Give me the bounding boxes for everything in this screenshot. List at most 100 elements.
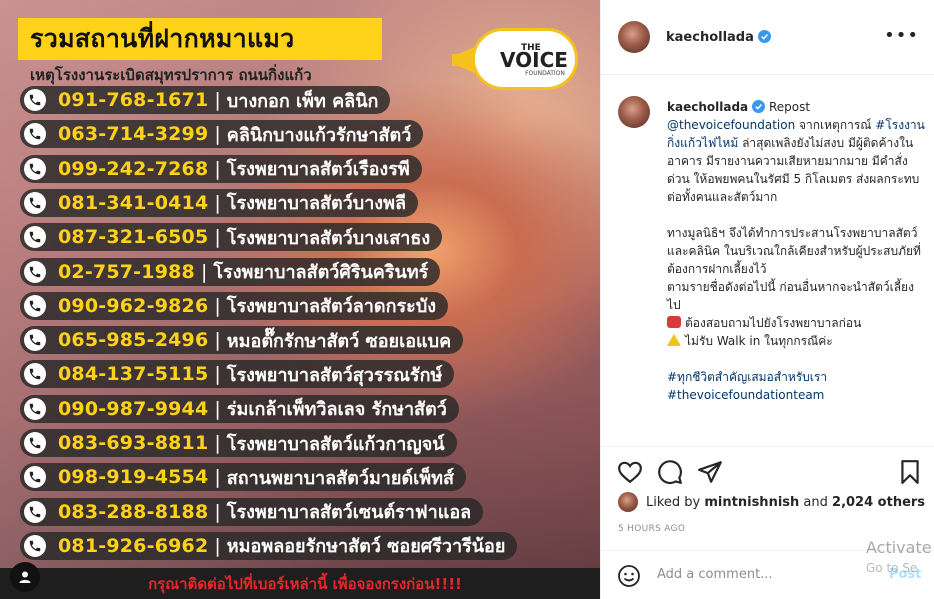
contact-separator: | <box>214 123 221 146</box>
phone-icon <box>24 89 46 111</box>
image-footer-text: กรุณาติดต่อไปที่เบอร์เหล่านี้ เพื่อจองกร… <box>148 574 462 593</box>
comments-section[interactable]: kaechollada Repost @thevoicefoundation จ… <box>601 76 934 444</box>
likes-mid: and <box>803 494 828 510</box>
contact-separator: | <box>214 89 221 111</box>
contact-phone: 083-288-8188 <box>58 500 209 523</box>
likes-summary[interactable]: Liked by mintnishnish and 2,024 others <box>618 492 925 512</box>
caption-avatar[interactable] <box>618 96 650 128</box>
contact-separator: | <box>200 260 208 283</box>
title-banner: รวมสถานที่ฝากหมาแมว <box>18 18 382 60</box>
user-icon <box>19 571 31 583</box>
contact-name: บางกอก เพ็ท คลินิก <box>226 90 379 112</box>
contact-phone: 081-341-0414 <box>58 191 209 214</box>
contact-row: 090-962-9826 | โรงพยาบาลสัตว์ลาดกระบัง <box>20 291 449 320</box>
likes-prefix: Liked by <box>646 494 701 510</box>
phone-icon <box>24 191 46 214</box>
contact-name: หมอพลอยรักษาสัตว์ ซอยศรีวารีน้อย <box>226 536 506 558</box>
caption: kaechollada Repost @thevoicefoundation จ… <box>667 98 925 404</box>
repost-label: Repost <box>768 100 811 114</box>
windows-activation-watermark: Activate <box>866 538 932 557</box>
contact-phone: 065-985-2496 <box>58 329 209 352</box>
hashtag-link[interactable]: #thevoicefoundationteam <box>667 388 824 402</box>
contact-separator: | <box>214 226 221 249</box>
caption-username[interactable]: kaechollada <box>667 100 748 114</box>
post-header: kaechollada ••• <box>601 0 934 75</box>
contact-phone: 087-321-6505 <box>58 226 209 249</box>
warning-emoji-icon <box>667 334 681 346</box>
contact-name: ร่มเกล้าเพ็ทวิลเลจ รักษาสัตว์ <box>226 399 447 421</box>
post-timestamp[interactable]: 5 HOURS AGO <box>618 524 685 534</box>
more-options-button[interactable]: ••• <box>884 27 919 45</box>
author-avatar[interactable] <box>618 21 650 53</box>
contact-phone: 063-714-3299 <box>58 123 209 146</box>
contact-row: 083-693-8811 | โรงพยาบาลสัตว์แก้วกาญจน์ <box>20 429 457 457</box>
contact-name: โรงพยาบาลสัตว์ลาดกระบัง <box>226 296 437 318</box>
telephone-emoji-icon <box>667 316 681 328</box>
comment-input[interactable] <box>657 567 877 582</box>
mention-link[interactable]: @thevoicefoundation <box>667 118 795 132</box>
phone-icon <box>24 123 46 146</box>
image-title: รวมสถานที่ฝากหมาแมว <box>30 24 295 53</box>
contact-row: 087-321-6505 | โรงพยาบาลสัตว์บางเสาธง <box>20 223 443 252</box>
like-heart-icon[interactable] <box>617 459 643 485</box>
phone-icon <box>24 260 46 283</box>
contact-separator: | <box>214 466 221 489</box>
save-bookmark-icon[interactable] <box>897 459 923 485</box>
contact-name: โรงพยาบาลสัตว์สุวรรณรักษ์ <box>226 364 443 386</box>
contact-row: 098-919-4554 | สถานพยาบาลสัตว์มายด์เพ็ทส์ <box>20 463 467 492</box>
phone-icon <box>24 500 46 523</box>
contact-phone: 099-242-7268 <box>58 157 209 180</box>
contact-name: โรงพยาบาลสัตว์แก้วกาญจน์ <box>226 433 445 455</box>
verified-badge-icon <box>757 29 771 43</box>
contact-separator: | <box>214 534 221 557</box>
post-side-panel: kaechollada ••• kaechollada Repost @thev… <box>600 0 934 599</box>
likes-count[interactable]: 2,024 others <box>832 495 925 510</box>
phone-icon <box>24 432 46 454</box>
contact-name: คลินิกบางแก้วรักษาสัตว์ <box>226 124 412 146</box>
contact-separator: | <box>214 432 221 454</box>
contact-phone: 090-987-9944 <box>58 397 209 420</box>
logo-the: THE <box>521 43 541 53</box>
contact-phone: 083-693-8811 <box>58 432 209 454</box>
tagged-users-button[interactable] <box>10 562 40 592</box>
contact-name: โรงพยาบาลสัตว์ศิรินครินทร์ <box>213 262 429 283</box>
contact-separator: | <box>214 363 221 386</box>
liker-username[interactable]: mintnishnish <box>704 495 799 510</box>
contact-separator: | <box>214 157 221 180</box>
caption-line1: จากเหตุการณ์ <box>795 118 872 132</box>
contact-row: 065-985-2496 | หมอต๊๊กรักษาสัตว์ ซอยเอแบค <box>20 326 464 355</box>
contact-separator: | <box>214 329 221 352</box>
phone-icon <box>24 329 46 352</box>
contact-row: 099-242-7268 | โรงพยาบาลสัตว์เรืองรพี <box>20 154 422 183</box>
emoji-smile-icon[interactable] <box>617 564 641 588</box>
contact-row: 081-341-0414 | โรงพยาบาลสัตว์บางพลี <box>20 188 418 217</box>
contact-name: สถานพยาบาลสัตว์มายด์เพ็ทส์ <box>226 467 455 489</box>
phone-icon <box>24 226 46 249</box>
caption-note1: ต้องสอบถามไปยังโรงพยาบาลก่อน <box>685 316 862 330</box>
contact-row: 084-137-5115 | โรงพยาบาลสัตว์สุวรรณรักษ์ <box>20 360 455 389</box>
phone-icon <box>24 534 46 557</box>
contact-name: โรงพยาบาลสัตว์เรืองรพี <box>226 159 410 181</box>
contact-phone: 081-926-6962 <box>58 534 209 557</box>
caption-body3: ตามรายชื่อดังต่อไปนี้ ก่อนอื่นหากจะนำสัต… <box>667 280 914 312</box>
post-image[interactable]: รวมสถานที่ฝากหมาแมว เหตุโรงงานระเบิดสมุท… <box>0 0 600 599</box>
logo-badge: THE VOICE FOUNDATION <box>472 28 578 90</box>
contact-separator: | <box>214 397 221 420</box>
contact-phone: 090-962-9826 <box>58 294 209 317</box>
phone-icon <box>24 294 46 317</box>
contact-phone: 098-919-4554 <box>58 466 209 489</box>
image-subtitle: เหตุโรงงานระเบิดสมุทรปราการ ถนนกิ่งแก้ว <box>30 66 312 84</box>
comment-bubble-icon[interactable] <box>657 459 683 485</box>
author-username[interactable]: kaechollada <box>666 29 771 45</box>
hashtag-link[interactable]: #ทุกชีวิตสำคัญเสมอสำหรับเรา <box>667 370 827 384</box>
share-paper-plane-icon[interactable] <box>697 459 723 485</box>
image-footer-bar: กรุณาติดต่อไปที่เบอร์เหล่านี้ เพื่อจองกร… <box>0 568 600 599</box>
verified-badge-icon <box>752 100 766 113</box>
phone-icon <box>24 157 46 180</box>
windows-activation-subtext: Go to Se <box>866 561 918 575</box>
caption-body2: ทางมูลนิธิฯ จึงได้ทำการประสานโรงพยาบาลสั… <box>667 226 921 276</box>
contact-phone: 091-768-1671 <box>58 89 209 111</box>
contact-phone: 084-137-5115 <box>58 363 209 386</box>
contact-name: โรงพยาบาลสัตว์บางเสาธง <box>226 227 431 249</box>
the-voice-logo: THE VOICE FOUNDATION <box>452 18 582 98</box>
